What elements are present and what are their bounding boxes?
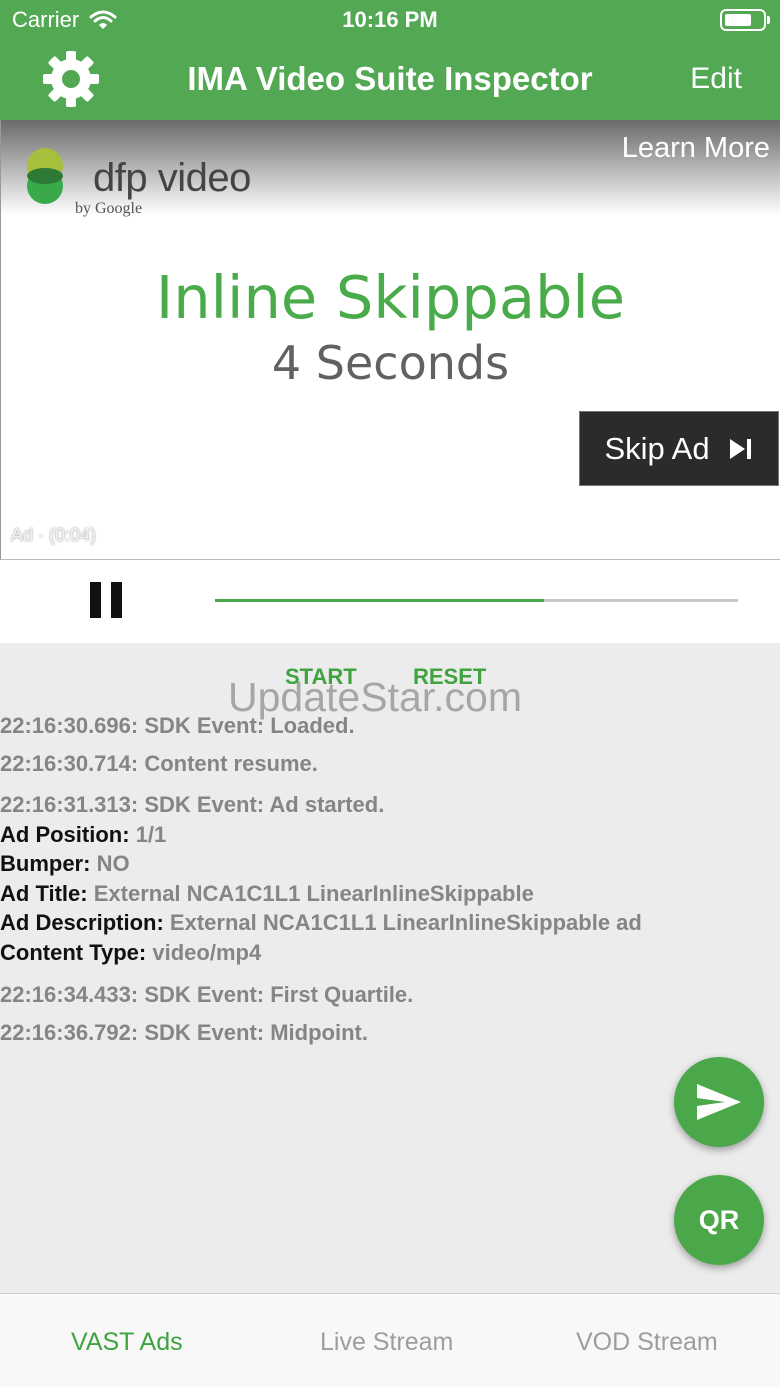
send-button[interactable] [674, 1057, 764, 1147]
pause-icon[interactable] [90, 582, 122, 618]
start-button[interactable]: START [285, 664, 357, 690]
skip-next-icon [729, 438, 751, 459]
detail-key: Ad Position: [0, 822, 130, 847]
send-icon [697, 1084, 741, 1120]
video-player[interactable]: dfp video by Google Learn More Inline Sk… [0, 120, 780, 560]
detail-value: External NCA1C1L1 LinearInlineSkippable [93, 881, 534, 906]
top-bar: Carrier 10:16 PM IMA Video Suite Inspect… [0, 0, 780, 120]
edit-button[interactable]: Edit [690, 62, 742, 96]
log-detail-bumper: Bumper: NO [0, 851, 130, 877]
log-detail-ad-position: Ad Position: 1/1 [0, 822, 166, 848]
dfp-logo-byline: by Google [75, 200, 143, 217]
log-event: 22:16:31.313: SDK Event: Ad started. [0, 792, 385, 817]
dfp-logo-mark-icon [27, 148, 63, 204]
ad-creative-subtitle: 4 Seconds [271, 336, 510, 390]
log-event: 22:16:34.433: SDK Event: First Quartile. [0, 982, 414, 1007]
ad-creative-title: Inline Skippable [155, 263, 626, 332]
learn-more-link[interactable]: Learn More [622, 132, 770, 165]
detail-key: Ad Title: [0, 881, 88, 906]
tab-bar: VAST Ads Live Stream VOD Stream [0, 1293, 780, 1387]
status-time: 10:16 PM [342, 7, 438, 32]
log-event: 22:16:30.714: Content resume. [0, 751, 318, 776]
log-detail-ad-description: Ad Description: External NCA1C1L1 Linear… [0, 910, 642, 936]
log-detail-ad-title: Ad Title: External NCA1C1L1 LinearInline… [0, 881, 534, 907]
log-event: 22:16:36.792: SDK Event: Midpoint. [0, 1020, 368, 1045]
log-detail-content-type: Content Type: video/mp4 [0, 940, 261, 966]
ad-counter: Ad · (0:04) [11, 525, 97, 545]
battery-icon [720, 9, 770, 31]
tab-vast-ads[interactable]: VAST Ads [71, 1328, 183, 1357]
reset-button[interactable]: RESET [413, 664, 486, 690]
detail-key: Bumper: [0, 851, 91, 876]
dfp-video-logo: dfp video by Google [23, 142, 253, 232]
detail-value: External NCA1C1L1 LinearInlineSkippable … [169, 910, 642, 935]
detail-value: 1/1 [135, 822, 167, 847]
nav-title: IMA Video Suite Inspector [187, 60, 593, 97]
detail-key: Ad Description: [0, 910, 164, 935]
tab-live-stream[interactable]: Live Stream [320, 1328, 453, 1357]
progress-bar[interactable] [215, 599, 738, 602]
qr-button[interactable]: QR [674, 1175, 764, 1265]
detail-key: Content Type: [0, 940, 147, 965]
tab-vod-stream[interactable]: VOD Stream [576, 1328, 718, 1357]
skip-ad-label: Skip Ad [604, 430, 710, 466]
dfp-logo-text: dfp video [93, 156, 251, 200]
progress-fill [215, 599, 545, 602]
skip-ad-button[interactable]: Skip Ad [579, 411, 779, 486]
detail-value: video/mp4 [152, 940, 262, 965]
log-event: 22:16:30.696: SDK Event: Loaded. [0, 713, 355, 738]
playback-controls [0, 560, 780, 643]
detail-value: NO [96, 851, 130, 876]
event-log: UpdateStar.com START RESET 22:16:30.696:… [0, 643, 780, 1293]
